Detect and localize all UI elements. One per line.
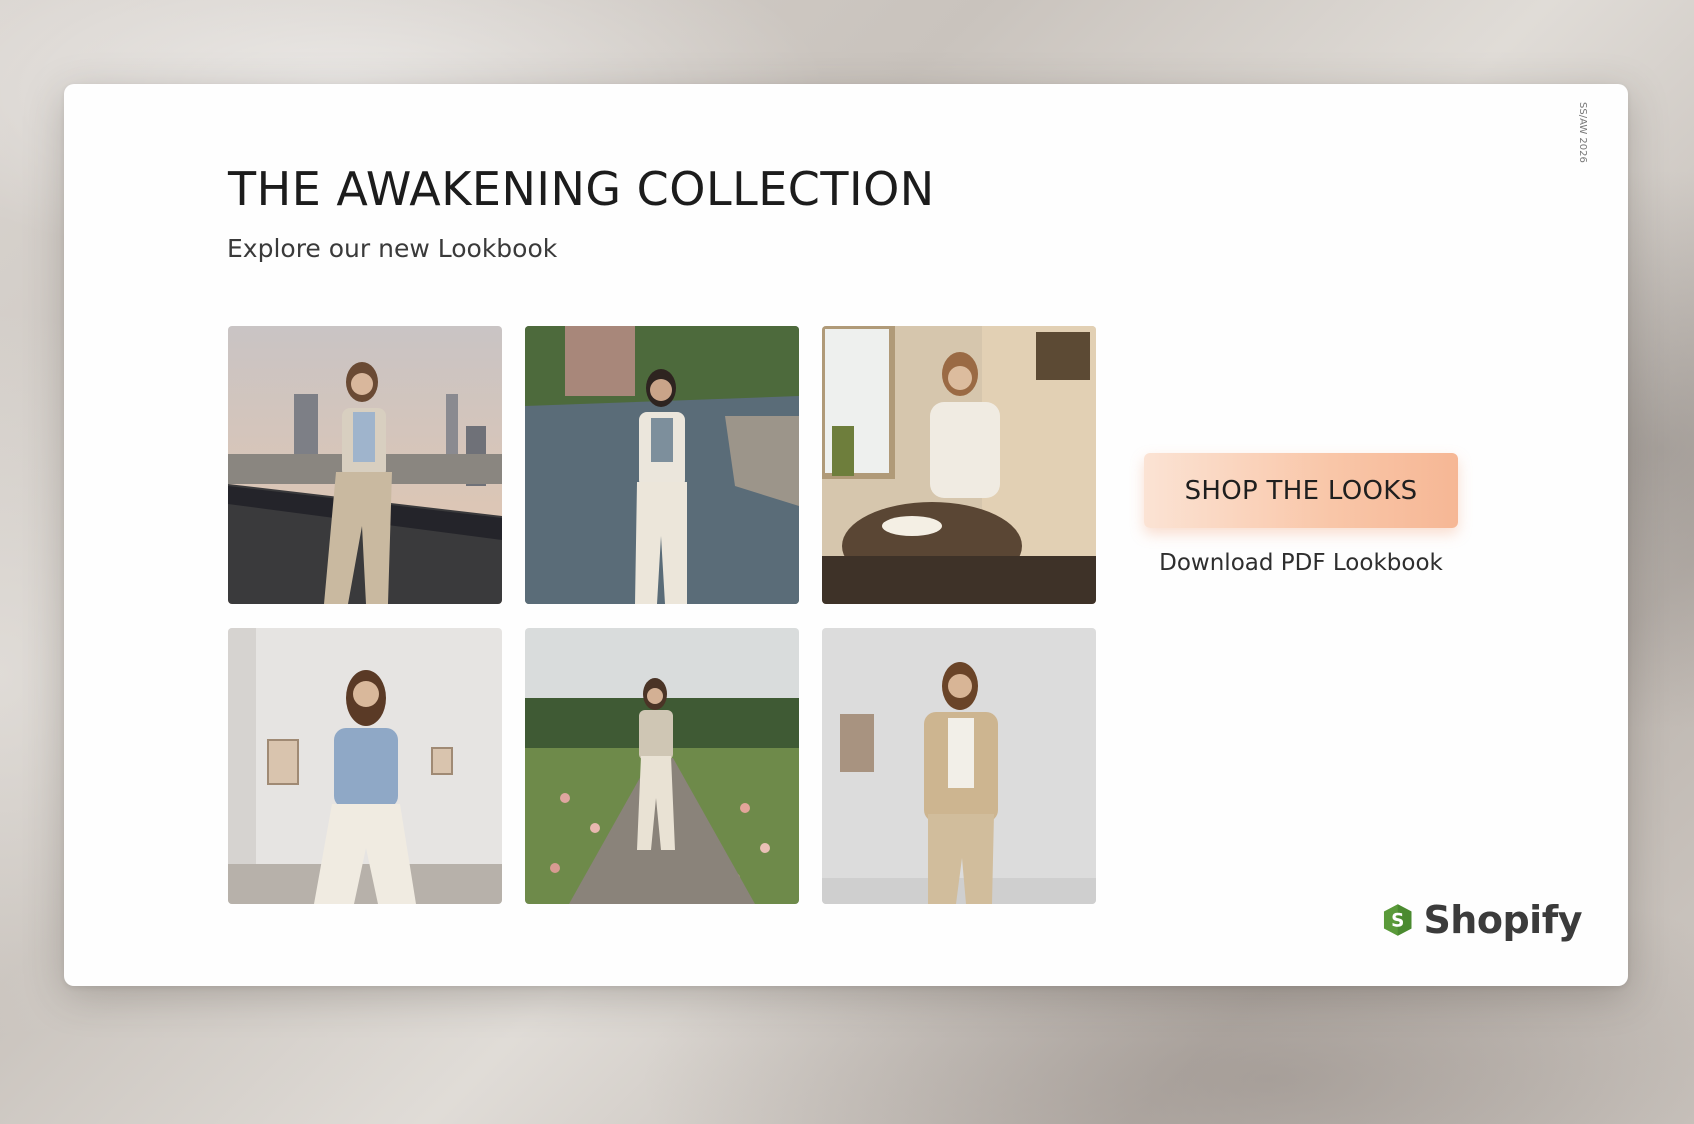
lookbook-photo-cafe[interactable]: [822, 326, 1096, 604]
photo-model-city-rooftop-icon: [228, 326, 502, 604]
photo-model-studio-icon: [822, 628, 1096, 904]
download-pdf-lookbook-link[interactable]: Download PDF Lookbook: [1144, 550, 1458, 576]
lookbook-photo-city[interactable]: [228, 326, 502, 604]
shopify-brand: S Shopify: [1382, 890, 1582, 950]
photo-model-cafe-icon: [822, 326, 1096, 604]
shop-the-looks-button[interactable]: SHOP THE LOOKS: [1144, 453, 1458, 528]
brand-name: Shopify: [1423, 898, 1582, 942]
lookbook-photo-river[interactable]: [525, 326, 799, 604]
photo-model-river-icon: [525, 326, 799, 604]
lookbook-photo-gallery[interactable]: [228, 628, 502, 904]
collection-subtitle: Explore our new Lookbook: [227, 234, 558, 263]
lookbook-photo-studio[interactable]: [822, 628, 1096, 904]
svg-text:S: S: [1391, 911, 1404, 932]
photo-model-flower-path-icon: [525, 628, 799, 904]
collection-title: THE AWAKENING COLLECTION: [228, 162, 935, 216]
vertical-season-mark: SS/AW 2026: [1577, 102, 1588, 163]
shopify-logo-icon: S: [1383, 904, 1412, 936]
lookbook-card: SS/AW 2026 THE AWAKENING COLLECTION Expl…: [64, 84, 1628, 986]
lookbook-photo-flower-path[interactable]: [525, 628, 799, 904]
photo-model-gallery-icon: [228, 628, 502, 904]
lookbook-photo-grid: [228, 326, 1162, 906]
